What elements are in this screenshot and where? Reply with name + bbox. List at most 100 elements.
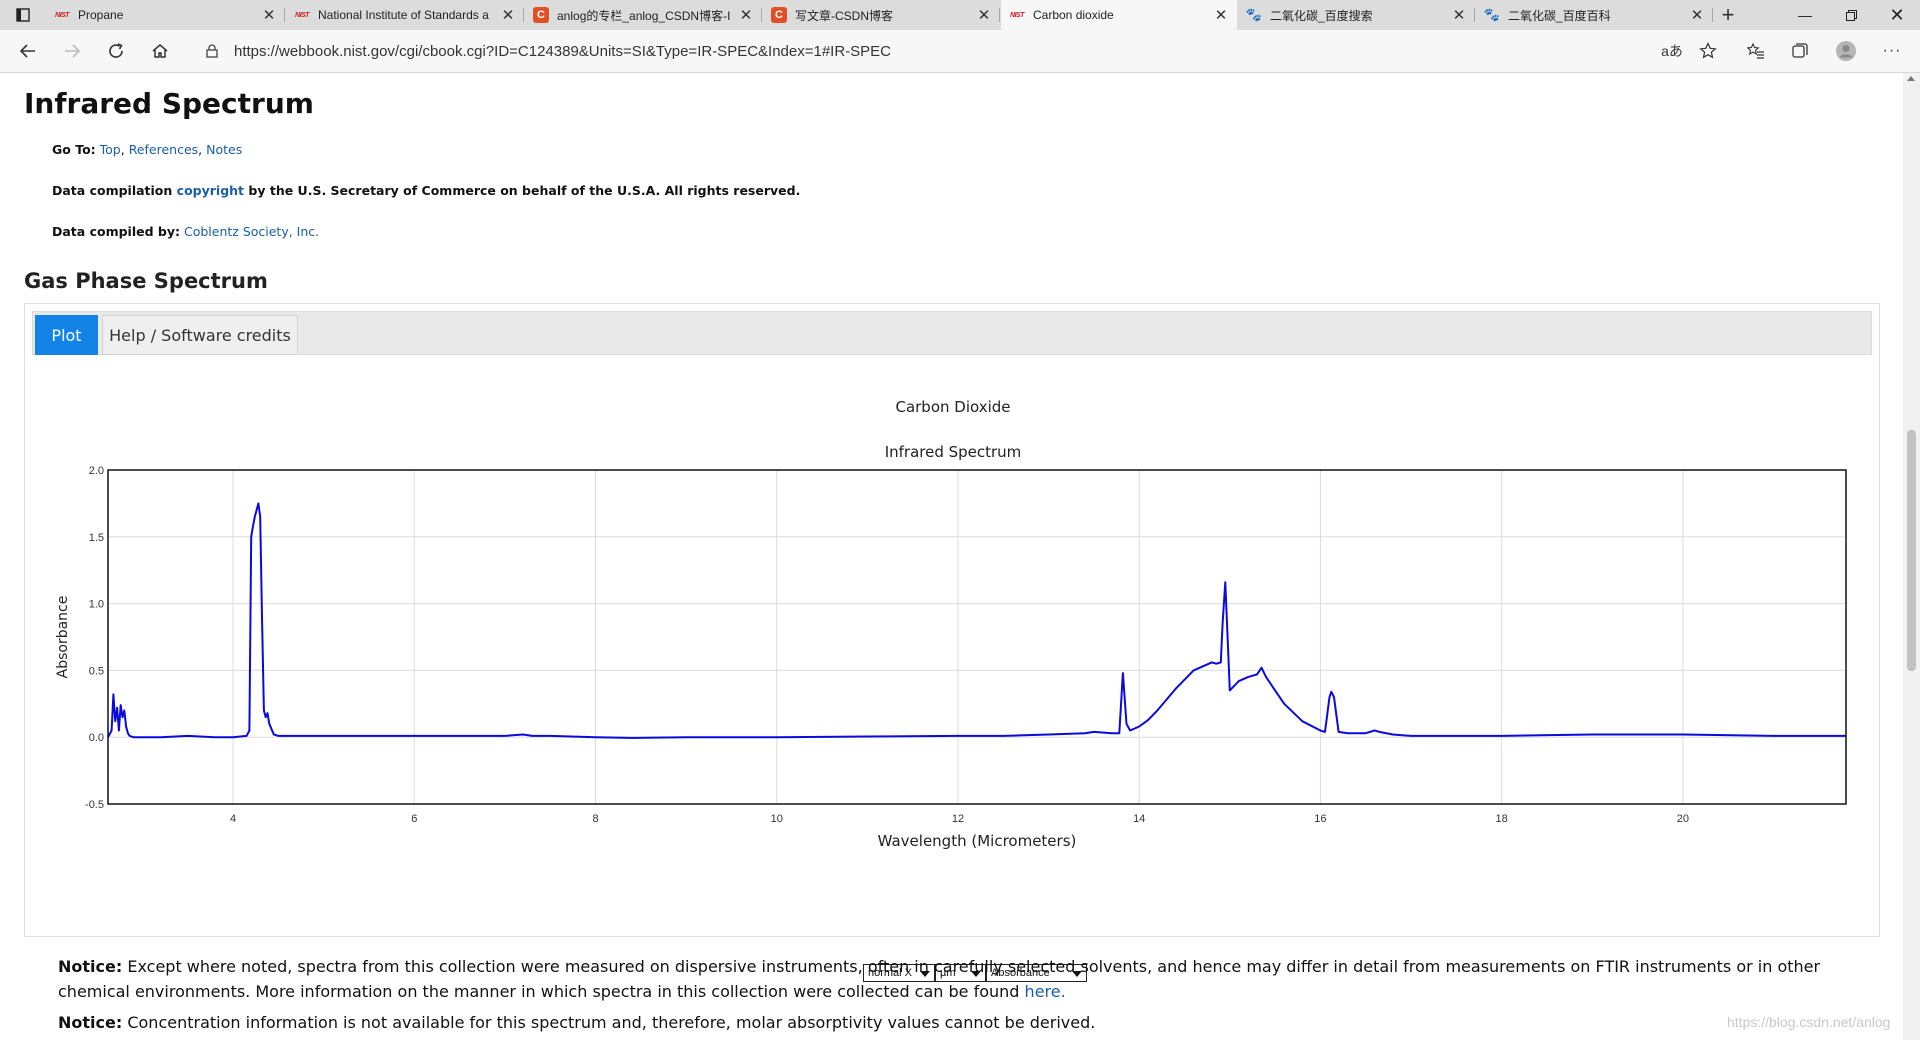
notice-label: Notice:: [58, 957, 123, 976]
notice-dispersive: Notice: Except where noted, spectra from…: [58, 954, 1858, 1004]
tab-title: 二氧化碳_百度搜索: [1270, 8, 1373, 23]
notice-label: Notice:: [58, 1013, 123, 1032]
page-title: Infrared Spectrum: [24, 87, 314, 120]
x-tick-label: 8: [592, 813, 598, 825]
close-tab-icon[interactable]: ✕: [500, 6, 516, 24]
x-tick-label: 6: [411, 813, 417, 825]
scroll-up-arrow-icon[interactable]: [1907, 76, 1915, 81]
tab-separator: [1474, 8, 1475, 22]
csdn-favicon-icon: C: [533, 7, 549, 23]
page-content: Infrared Spectrum Go To: Top, References…: [0, 73, 1903, 1040]
tab-title: Carbon dioxide: [1033, 8, 1114, 22]
tab-title: Propane: [78, 8, 124, 22]
collections-icon[interactable]: [1784, 35, 1816, 67]
x-tick-label: 20: [1677, 813, 1689, 825]
x-tick-label: 14: [1133, 813, 1145, 825]
browser-tab-strip: NIST Propane ✕ NIST National Institute of St…: [0, 0, 1920, 30]
browser-tab[interactable]: C 写文章-CSDN博客 ✕: [763, 0, 1000, 30]
favorites-icon[interactable]: [1740, 35, 1772, 67]
close-tab-icon[interactable]: ✕: [976, 6, 992, 24]
spectrum-panel: Plot Help / Software credits Carbon Diox…: [24, 303, 1881, 982]
compiled-by-label: Data compiled by:: [52, 224, 180, 239]
goto-line: Go To: Top, References, Notes: [52, 142, 243, 157]
copyright-link[interactable]: copyright: [177, 183, 244, 198]
section-title: Gas Phase Spectrum: [24, 269, 268, 293]
tab-separator: [284, 8, 285, 22]
add-favorite-icon[interactable]: [1692, 35, 1724, 67]
browser-tab[interactable]: NIST Carbon dioxide ✕: [1001, 0, 1237, 30]
goto-link-references[interactable]: References: [129, 142, 198, 157]
coblentz-link[interactable]: Coblentz Society, Inc.: [184, 224, 319, 239]
tab-title: anlog的专栏_anlog_CSDN博客-I: [557, 8, 731, 23]
browser-tab[interactable]: 🐾 二氧化碳_百度搜索 ✕: [1238, 0, 1475, 30]
tab-separator: [761, 8, 762, 22]
y-tick-label: 0.0: [89, 732, 104, 744]
browser-tab[interactable]: NIST National Institute of Standards a ✕: [286, 0, 524, 30]
tab-title: National Institute of Standards a: [318, 8, 489, 22]
notice-concentration: Notice: Concentration information is not…: [58, 1010, 1858, 1035]
spectrum-line: [107, 502, 1846, 739]
close-tab-icon[interactable]: ✕: [1213, 6, 1229, 24]
profile-avatar[interactable]: [1830, 35, 1862, 67]
spectrum-chart[interactable]: 4 6 8 10 12 14 16 18 20 -0.5 0.0 0.5 1.0 1.5 2.0 Wavele…: [25, 304, 1881, 938]
y-axis-label: Absorbance: [55, 596, 71, 679]
y-tick-label: 0.5: [89, 665, 104, 677]
goto-label: Go To:: [52, 142, 96, 157]
notice-here-link[interactable]: here.: [1025, 982, 1066, 1001]
tab-title: 写文章-CSDN博客: [795, 8, 893, 23]
goto-link-top[interactable]: Top: [100, 142, 121, 157]
csdn-favicon-icon: C: [771, 7, 787, 23]
refresh-button[interactable]: [100, 35, 132, 67]
forward-button[interactable]: [56, 35, 88, 67]
watermark: https://blog.csdn.net/anlog: [1727, 1014, 1891, 1030]
read-aloud-icon[interactable]: aあ: [1656, 35, 1688, 67]
copyright-prefix: Data compilation: [52, 183, 173, 198]
notice-text: Concentration information is not availab…: [127, 1013, 1096, 1032]
tab-actions-icon[interactable]: [0, 0, 46, 30]
y-tick-label: 1.5: [89, 532, 104, 544]
x-tick-label: 18: [1496, 813, 1508, 825]
page-scrollbar[interactable]: [1903, 73, 1920, 1040]
notice-text: Except where noted, spectra from this co…: [58, 957, 1821, 1001]
lock-icon[interactable]: [202, 44, 222, 58]
x-axis-label: Wavelength (Micrometers): [878, 832, 1077, 850]
nist-favicon-icon: NIST: [1010, 11, 1024, 19]
more-options-icon[interactable]: ···: [1876, 35, 1908, 67]
scrollbar-thumb[interactable]: [1907, 430, 1916, 671]
y-tick-label: 1.0: [89, 599, 104, 611]
restore-button[interactable]: [1828, 0, 1874, 30]
browser-tab[interactable]: Canlog的专栏_anlog_CSDN博客-I ✕: [525, 0, 762, 30]
x-tick-label: 16: [1314, 813, 1326, 825]
tab-separator: [999, 8, 1000, 22]
close-tab-icon[interactable]: ✕: [738, 6, 754, 24]
back-button[interactable]: [12, 35, 44, 67]
close-tab-icon[interactable]: ✕: [261, 6, 277, 24]
y-tick-label: -0.5: [85, 799, 104, 811]
browser-tab[interactable]: NIST Propane ✕: [46, 0, 285, 30]
x-tick-label: 10: [771, 813, 783, 825]
copyright-line: Data compilation copyright by the U.S. S…: [52, 183, 800, 198]
goto-link-notes[interactable]: Notes: [206, 142, 242, 157]
baidu-favicon-icon: 🐾: [1245, 7, 1263, 22]
nist-favicon-icon: NIST: [295, 11, 309, 19]
close-window-button[interactable]: ✕: [1874, 0, 1920, 30]
close-tab-icon[interactable]: ✕: [1689, 6, 1705, 24]
close-tab-icon[interactable]: ✕: [1451, 6, 1467, 24]
minimize-button[interactable]: —: [1782, 0, 1828, 30]
baidu-favicon-icon: 🐾: [1483, 7, 1501, 22]
new-tab-button[interactable]: +: [1713, 0, 1743, 30]
nist-favicon-icon: NIST: [55, 11, 69, 19]
y-tick-label: 2.0: [89, 465, 104, 477]
address-bar[interactable]: https://webbook.nist.gov/cgi/cbook.cgi?I…: [190, 34, 1720, 68]
url-text[interactable]: https://webbook.nist.gov/cgi/cbook.cgi?I…: [234, 43, 1720, 60]
home-button[interactable]: [144, 35, 176, 67]
plot-frame: [107, 469, 1847, 805]
browser-tab[interactable]: 🐾 二氧化碳_百度百科 ✕: [1476, 0, 1713, 30]
x-tick-label: 12: [952, 813, 964, 825]
x-tick-label: 4: [230, 813, 236, 825]
tab-title: 二氧化碳_百度百科: [1508, 8, 1611, 23]
copyright-suffix: by the U.S. Secretary of Commerce on beh…: [248, 183, 801, 198]
browser-toolbar: https://webbook.nist.gov/cgi/cbook.cgi?I…: [0, 30, 1920, 73]
compiled-by-line: Data compiled by: Coblentz Society, Inc.: [52, 224, 319, 239]
tab-separator: [523, 8, 524, 22]
